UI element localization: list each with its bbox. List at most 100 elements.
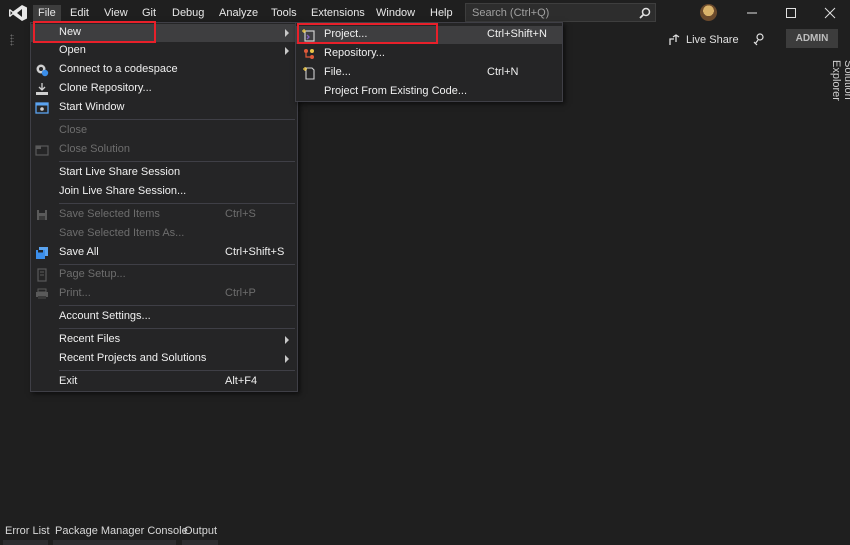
menu-item-label: Clone Repository... — [59, 82, 152, 94]
menu-item-label: Connect to a codespace — [59, 63, 178, 75]
tab-package-manager-console[interactable]: Package Manager Console — [55, 525, 188, 537]
new-menu-repository[interactable]: Repository... — [296, 45, 562, 63]
live-share-button[interactable]: Live Share — [668, 33, 739, 47]
menu-item-label: Join Live Share Session... — [59, 185, 187, 197]
menu-item-label: Recent Files — [59, 333, 121, 345]
file-menu-recent-files[interactable]: Recent Files — [31, 331, 297, 349]
menu-extensions[interactable]: Extensions — [311, 5, 365, 21]
tab-underline — [182, 540, 218, 545]
live-share-label: Live Share — [686, 34, 739, 46]
menu-item-label: Project From Existing Code... — [324, 85, 468, 97]
new-submenu: Project... Ctrl+Shift+N Repository... Fi… — [295, 22, 563, 102]
solution-explorer-label: Solution Explorer — [830, 60, 850, 101]
file-menu-start-live-share[interactable]: Start Live Share Session — [31, 164, 297, 182]
codespace-icon — [36, 64, 49, 77]
menu-view[interactable]: View — [104, 5, 128, 21]
menu-separator — [59, 119, 295, 120]
menu-file[interactable]: File — [33, 5, 61, 21]
file-menu-print: Print... Ctrl+P — [31, 285, 297, 303]
menu-analyze[interactable]: Analyze — [219, 5, 258, 21]
toolbar-grip[interactable] — [10, 34, 14, 46]
file-menu-new[interactable]: New — [31, 24, 297, 42]
clone-download-icon — [36, 83, 48, 95]
menu-item-label: Save Selected Items As... — [59, 227, 185, 239]
file-menu-join-live-share[interactable]: Join Live Share Session... — [31, 183, 297, 201]
print-icon — [36, 288, 48, 299]
file-menu-connect-codespace[interactable]: Connect to a codespace — [31, 61, 297, 79]
submenu-arrow-icon — [285, 47, 289, 55]
menu-item-label: Start Window — [59, 101, 125, 113]
menu-item-label: Start Live Share Session — [59, 166, 181, 178]
page-setup-icon — [37, 268, 47, 282]
menu-separator — [59, 328, 295, 329]
file-menu-close-solution: Close Solution — [31, 141, 297, 159]
visual-studio-logo-icon[interactable] — [8, 4, 28, 22]
new-menu-file[interactable]: File... Ctrl+N — [296, 64, 562, 82]
menu-separator — [59, 370, 295, 371]
file-menu-close: Close — [31, 122, 297, 140]
user-avatar[interactable] — [700, 4, 717, 21]
menu-item-shortcut: Ctrl+N — [487, 66, 519, 78]
menu-item-label: Close Solution — [59, 143, 130, 155]
menu-window[interactable]: Window — [376, 5, 415, 21]
tab-output[interactable]: Output — [184, 525, 217, 537]
menu-edit[interactable]: Edit — [70, 5, 89, 21]
file-menu-save-selected-as: Save Selected Items As... — [31, 225, 297, 243]
admin-badge[interactable]: ADMIN — [786, 29, 838, 48]
bottom-tool-tabs: Error List Package Manager Console Outpu… — [0, 522, 850, 545]
submenu-arrow-icon — [285, 29, 289, 37]
close-solution-icon — [35, 145, 49, 156]
search-input[interactable] — [472, 6, 632, 20]
menu-item-label: Account Settings... — [59, 310, 151, 322]
solution-explorer-tab[interactable]: Solution Explorer — [822, 60, 850, 140]
live-share-icon — [669, 33, 680, 45]
file-menu-open[interactable]: Open — [31, 42, 297, 60]
menu-item-label: Exit — [59, 375, 78, 387]
tab-underline — [3, 540, 48, 545]
menu-item-label: New — [59, 26, 82, 38]
feedback-icon[interactable] — [752, 32, 766, 46]
menu-item-label: Save Selected Items — [59, 208, 160, 220]
menu-item-shortcut: Alt+F4 — [225, 375, 258, 387]
maximize-icon[interactable] — [784, 6, 798, 20]
file-menu-save-all[interactable]: Save All Ctrl+Shift+S — [31, 244, 297, 262]
menu-separator — [59, 264, 295, 265]
close-icon[interactable] — [823, 6, 837, 20]
menu-item-label: Close — [59, 124, 88, 136]
file-menu-recent-projects[interactable]: Recent Projects and Solutions — [31, 350, 297, 368]
menu-debug[interactable]: Debug — [172, 5, 204, 21]
search-box[interactable] — [465, 3, 656, 22]
menu-item-label: Page Setup... — [59, 268, 126, 280]
file-menu-start-window[interactable]: Start Window — [31, 99, 297, 117]
menu-item-label: Project... — [324, 28, 368, 40]
file-menu-save-selected: Save Selected Items Ctrl+S — [31, 206, 297, 224]
menu-item-label: Open — [59, 44, 86, 56]
new-project-icon — [302, 29, 315, 42]
start-window-icon — [35, 102, 49, 114]
new-file-icon — [303, 67, 315, 80]
menu-help[interactable]: Help — [430, 5, 453, 21]
tab-error-list[interactable]: Error List — [5, 525, 50, 537]
menu-item-label: File... — [324, 66, 351, 78]
file-menu-exit[interactable]: Exit Alt+F4 — [31, 373, 297, 391]
search-icon[interactable] — [639, 7, 651, 19]
submenu-arrow-icon — [285, 336, 289, 344]
menu-git[interactable]: Git — [142, 5, 156, 21]
menu-item-shortcut: Ctrl+P — [225, 287, 256, 299]
new-menu-project-from-existing[interactable]: Project From Existing Code... — [296, 83, 562, 101]
menu-item-label: Print... — [59, 287, 91, 299]
file-menu-clone-repository[interactable]: Clone Repository... — [31, 80, 297, 98]
menu-item-label: Recent Projects and Solutions — [59, 352, 207, 364]
tab-underline — [53, 540, 176, 545]
menu-item-shortcut: Ctrl+S — [225, 208, 256, 220]
save-icon — [37, 210, 47, 220]
file-menu-account-settings[interactable]: Account Settings... — [31, 308, 297, 326]
save-all-icon — [36, 247, 48, 259]
menu-tools[interactable]: Tools — [271, 5, 297, 21]
menu-item-shortcut: Ctrl+Shift+N — [487, 28, 547, 40]
submenu-arrow-icon — [285, 355, 289, 363]
minimize-icon[interactable] — [745, 6, 759, 20]
new-menu-project[interactable]: Project... Ctrl+Shift+N — [296, 26, 562, 44]
menu-separator — [59, 305, 295, 306]
menu-separator — [59, 161, 295, 162]
